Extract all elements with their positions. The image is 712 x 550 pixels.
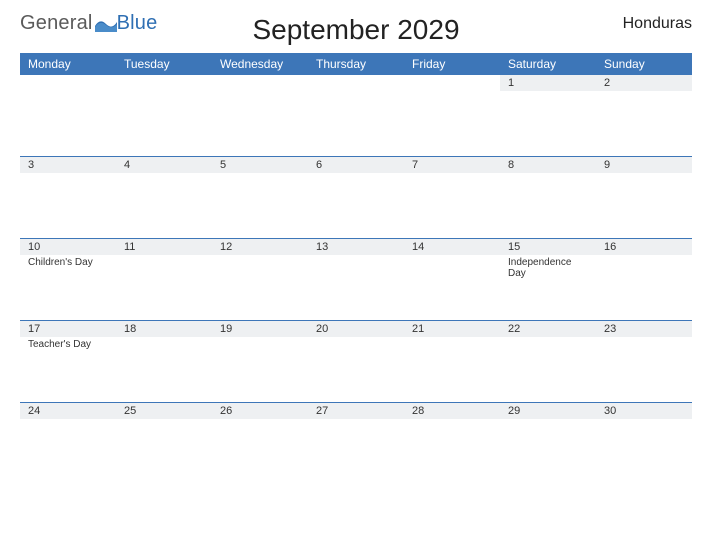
day-cell bbox=[308, 75, 404, 156]
day-cell: 5 bbox=[212, 157, 308, 238]
event-label: Independence Day bbox=[500, 255, 596, 279]
day-cell: 28 bbox=[404, 403, 500, 485]
day-cell: 3 bbox=[20, 157, 116, 238]
date-number: 28 bbox=[404, 403, 500, 419]
day-cell: 8 bbox=[500, 157, 596, 238]
day-header: Sunday bbox=[596, 53, 692, 75]
day-cell: 13 bbox=[308, 239, 404, 320]
day-cell: 19 bbox=[212, 321, 308, 402]
day-cell: 2 bbox=[596, 75, 692, 156]
day-cell bbox=[116, 75, 212, 156]
day-cell: 27 bbox=[308, 403, 404, 485]
day-cell: 30 bbox=[596, 403, 692, 485]
day-header: Wednesday bbox=[212, 53, 308, 75]
brand-wave-icon bbox=[95, 16, 117, 32]
event-label: Teacher's Day bbox=[20, 337, 116, 350]
date-number: 13 bbox=[308, 239, 404, 255]
date-number: 17 bbox=[20, 321, 116, 337]
date-number: 25 bbox=[116, 403, 212, 419]
day-cell: 6 bbox=[308, 157, 404, 238]
date-number: 10 bbox=[20, 239, 116, 255]
date-number: 9 bbox=[596, 157, 692, 173]
date-number: 5 bbox=[212, 157, 308, 173]
week-row: 12 bbox=[20, 75, 692, 157]
date-number: 3 bbox=[20, 157, 116, 173]
week-row: 3456789 bbox=[20, 157, 692, 239]
date-number bbox=[116, 75, 212, 91]
date-number bbox=[20, 75, 116, 91]
page-title: September 2029 bbox=[252, 14, 459, 46]
day-cell: 11 bbox=[116, 239, 212, 320]
date-number: 23 bbox=[596, 321, 692, 337]
date-number: 30 bbox=[596, 403, 692, 419]
day-cell: 12 bbox=[212, 239, 308, 320]
date-number: 29 bbox=[500, 403, 596, 419]
day-header: Tuesday bbox=[116, 53, 212, 75]
day-header: Saturday bbox=[500, 53, 596, 75]
header: General Blue September 2029 Honduras bbox=[20, 12, 692, 35]
day-cell: 18 bbox=[116, 321, 212, 402]
day-header: Monday bbox=[20, 53, 116, 75]
calendar: Monday Tuesday Wednesday Thursday Friday… bbox=[20, 53, 692, 485]
date-number: 18 bbox=[116, 321, 212, 337]
day-cell: 23 bbox=[596, 321, 692, 402]
date-number: 22 bbox=[500, 321, 596, 337]
date-number: 15 bbox=[500, 239, 596, 255]
day-cell: 1 bbox=[500, 75, 596, 156]
date-number: 16 bbox=[596, 239, 692, 255]
day-cell: 14 bbox=[404, 239, 500, 320]
week-row: 17Teacher's Day181920212223 bbox=[20, 321, 692, 403]
date-number bbox=[212, 75, 308, 91]
day-cell: 25 bbox=[116, 403, 212, 485]
date-number: 4 bbox=[116, 157, 212, 173]
day-cell: 15Independence Day bbox=[500, 239, 596, 320]
date-number bbox=[404, 75, 500, 91]
day-cell: 26 bbox=[212, 403, 308, 485]
date-number: 21 bbox=[404, 321, 500, 337]
date-number: 6 bbox=[308, 157, 404, 173]
day-cell: 20 bbox=[308, 321, 404, 402]
brand-part1: General bbox=[20, 12, 93, 35]
date-number: 1 bbox=[500, 75, 596, 91]
date-number: 11 bbox=[116, 239, 212, 255]
date-number: 14 bbox=[404, 239, 500, 255]
date-number: 12 bbox=[212, 239, 308, 255]
date-number: 27 bbox=[308, 403, 404, 419]
country-label: Honduras bbox=[623, 15, 692, 33]
date-number: 8 bbox=[500, 157, 596, 173]
day-cell: 29 bbox=[500, 403, 596, 485]
day-cell: 17Teacher's Day bbox=[20, 321, 116, 402]
day-header: Thursday bbox=[308, 53, 404, 75]
date-number: 2 bbox=[596, 75, 692, 91]
day-cell bbox=[20, 75, 116, 156]
date-number: 24 bbox=[20, 403, 116, 419]
week-row: 24252627282930 bbox=[20, 403, 692, 485]
day-cell: 24 bbox=[20, 403, 116, 485]
brand-logo: General Blue bbox=[20, 12, 157, 35]
date-number: 19 bbox=[212, 321, 308, 337]
day-header-row: Monday Tuesday Wednesday Thursday Friday… bbox=[20, 53, 692, 75]
day-cell bbox=[404, 75, 500, 156]
week-row: 10Children's Day1112131415Independence D… bbox=[20, 239, 692, 321]
day-cell: 10Children's Day bbox=[20, 239, 116, 320]
day-cell: 7 bbox=[404, 157, 500, 238]
date-number: 26 bbox=[212, 403, 308, 419]
day-header: Friday bbox=[404, 53, 500, 75]
day-cell: 9 bbox=[596, 157, 692, 238]
date-number: 7 bbox=[404, 157, 500, 173]
day-cell: 4 bbox=[116, 157, 212, 238]
brand-part2: Blue bbox=[117, 12, 158, 35]
day-cell: 22 bbox=[500, 321, 596, 402]
day-cell: 16 bbox=[596, 239, 692, 320]
date-number: 20 bbox=[308, 321, 404, 337]
day-cell: 21 bbox=[404, 321, 500, 402]
day-cell bbox=[212, 75, 308, 156]
date-number bbox=[308, 75, 404, 91]
event-label: Children's Day bbox=[20, 255, 116, 268]
